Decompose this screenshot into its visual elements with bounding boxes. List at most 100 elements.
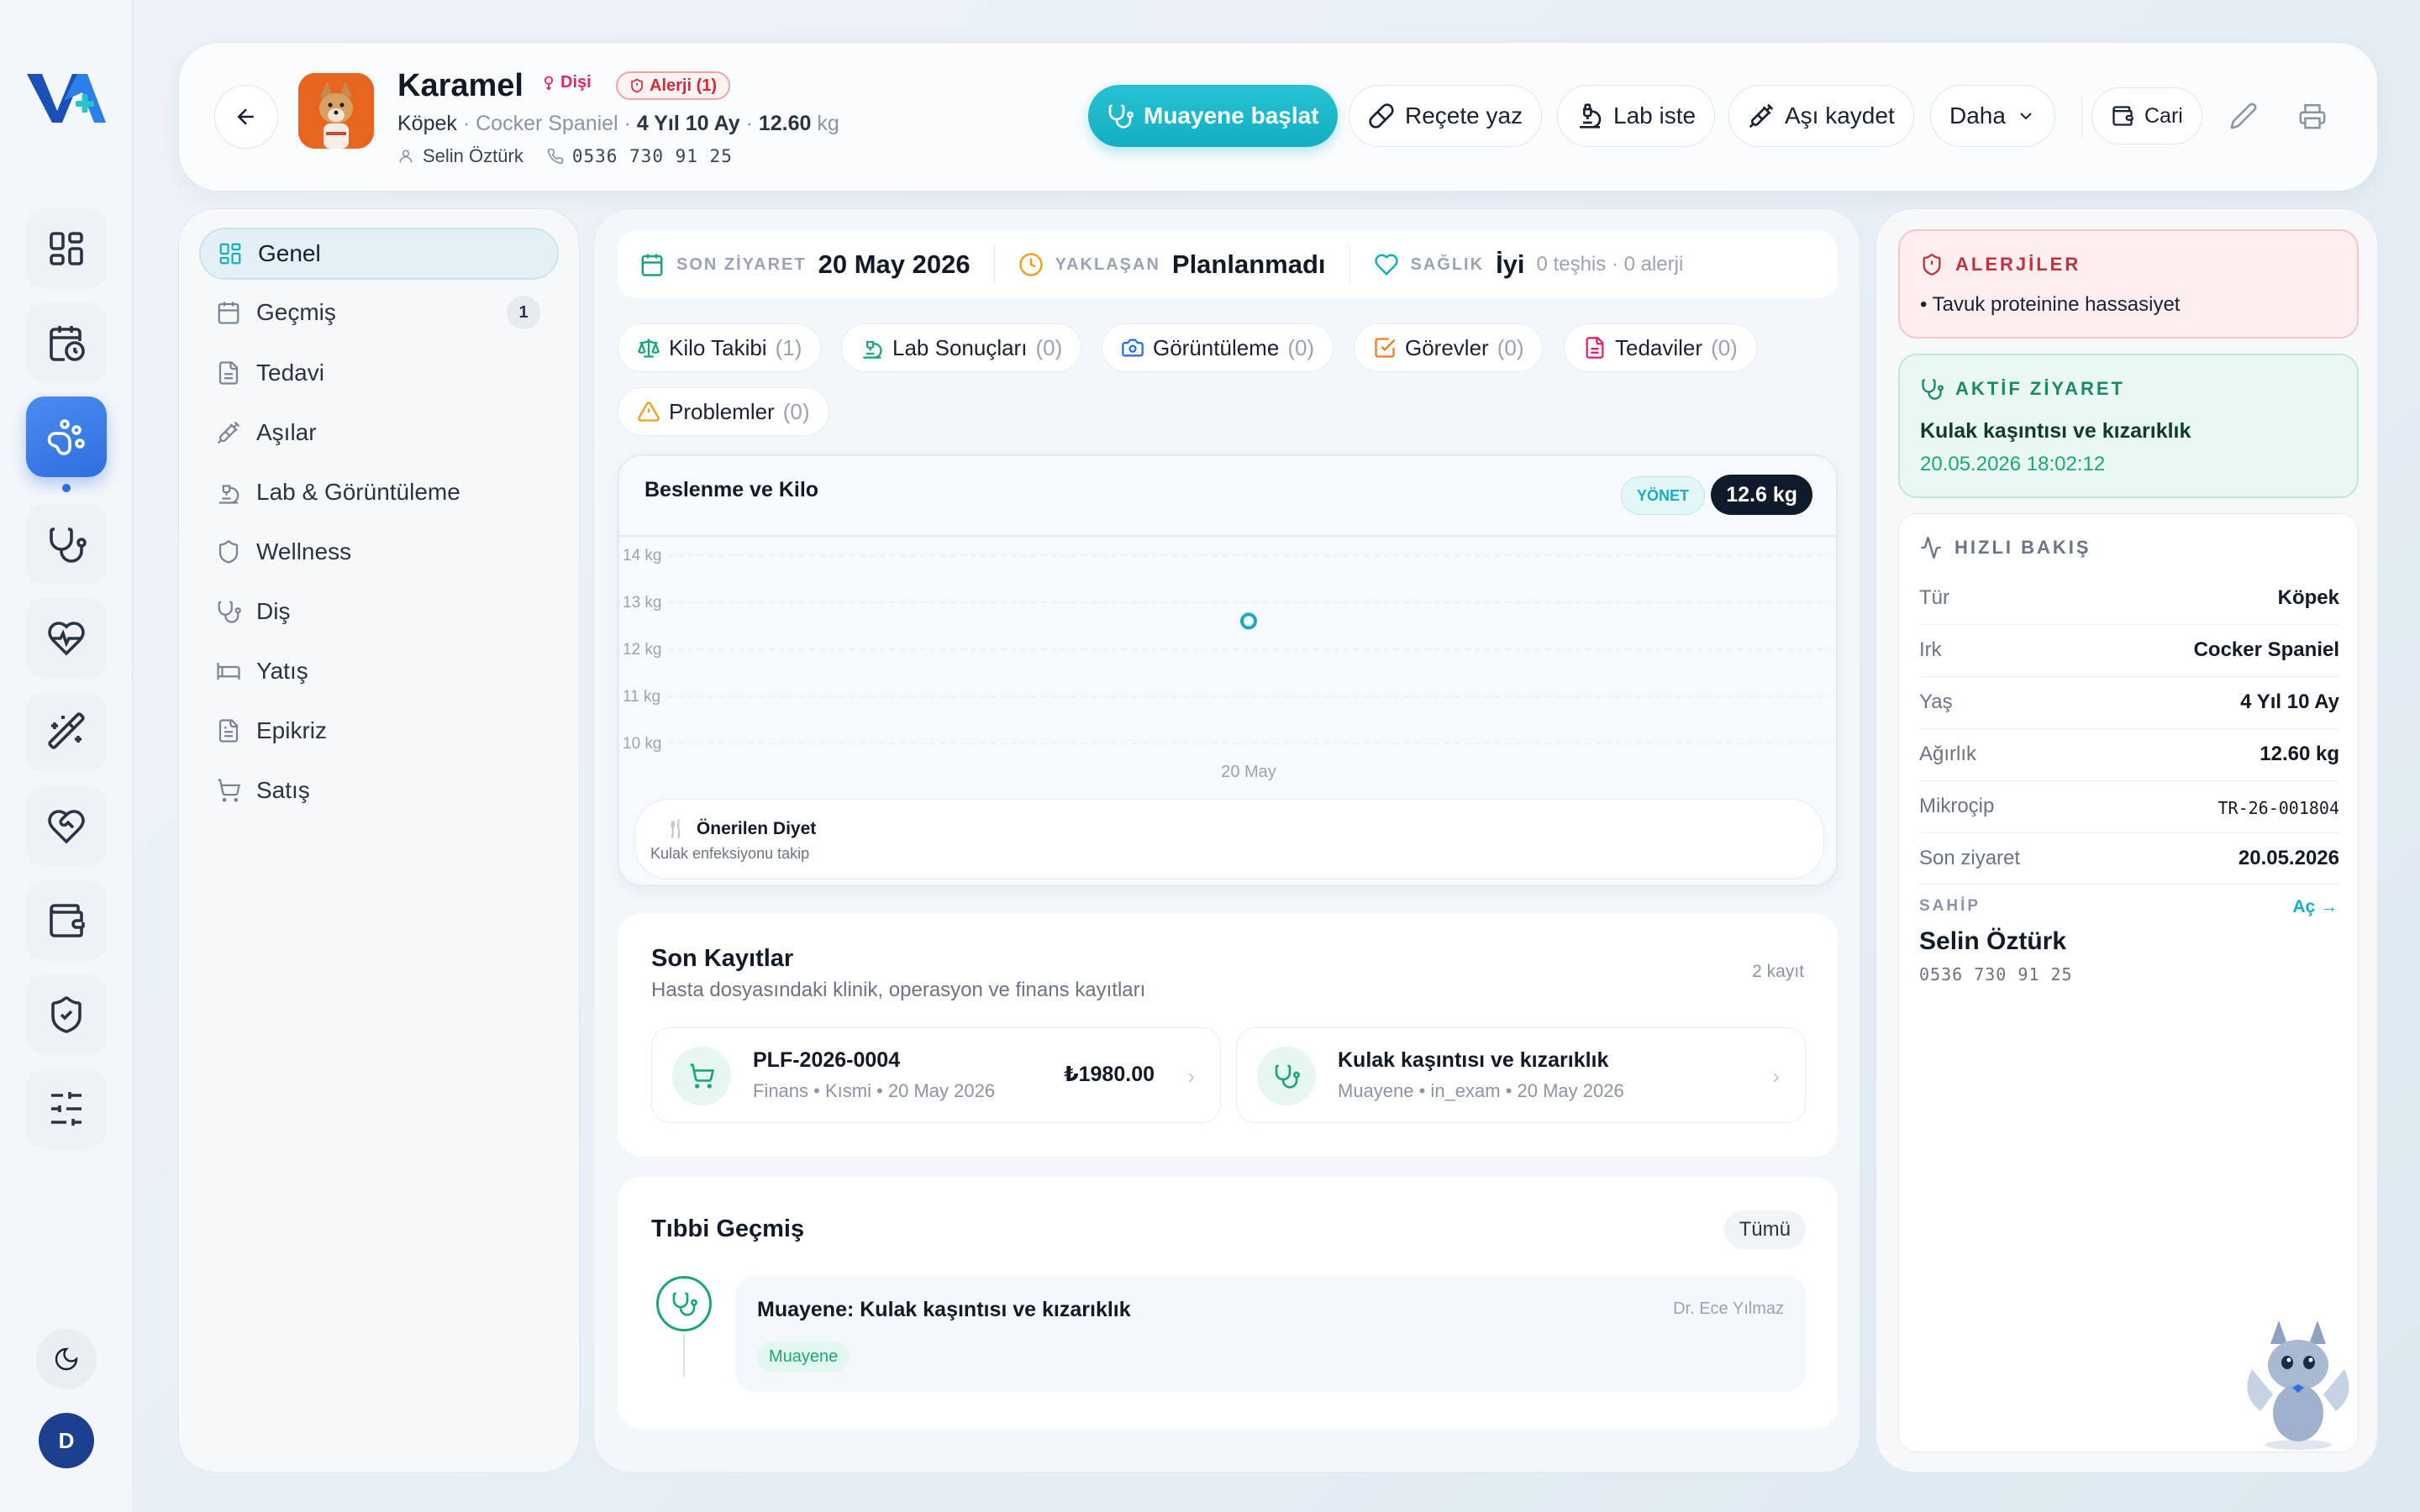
chip-weight-tracking[interactable]: Kilo Takibi (1) bbox=[618, 323, 822, 372]
history-title: Tıbbi Geçmiş bbox=[651, 1215, 805, 1242]
weight: 12.60 bbox=[758, 112, 812, 135]
nav-label: Epikriz bbox=[256, 717, 328, 743]
current-weight-pill: 12.6 kg bbox=[1711, 475, 1812, 515]
nav-item-lab[interactable]: Lab & Görüntüleme bbox=[199, 466, 559, 518]
chip-treatments[interactable]: Tedaviler (0) bbox=[1564, 323, 1757, 372]
cart-icon bbox=[218, 779, 241, 802]
allergy-item: • Tavuk proteinine hassasiyet bbox=[1920, 293, 2181, 316]
microscope-icon bbox=[1580, 103, 1602, 129]
active-visit-reason: Kulak kaşıntısı ve kızarıklık bbox=[1920, 419, 2191, 443]
vaccine-button[interactable]: Aşı kaydet bbox=[1728, 85, 1914, 147]
stethoscope-icon bbox=[1922, 379, 1944, 400]
active-visit-title: AKTİF ZİYARET bbox=[1955, 378, 2125, 399]
app-logo[interactable] bbox=[24, 67, 109, 126]
syringe-icon bbox=[217, 421, 240, 444]
calendar-icon bbox=[218, 302, 239, 324]
owner-open-link[interactable]: Aç → bbox=[2292, 897, 2338, 917]
chart-y-tick: 11 kg bbox=[623, 688, 660, 706]
pet-name: Karamel bbox=[397, 68, 523, 103]
nav-item-dis[interactable]: Diş bbox=[199, 585, 559, 638]
nav-label: Geçmiş bbox=[256, 299, 336, 325]
recent-records-card: Son Kayıtlar Hasta dosyasındaki klinik, … bbox=[618, 913, 1838, 1157]
summary-bar: SON ZİYARET 20 May 2026 YAKLAŞAN Planlan… bbox=[618, 231, 1838, 298]
wand-icon[interactable] bbox=[26, 692, 107, 773]
health-sub: 0 teşhis · 0 alerji bbox=[1536, 253, 1684, 276]
age: 4 Yıl 10 Ay bbox=[636, 112, 740, 135]
dashboard-icon bbox=[219, 243, 241, 265]
lab-request-button[interactable]: Lab iste bbox=[1557, 85, 1716, 147]
female-icon bbox=[544, 76, 554, 90]
chip-tasks[interactable]: Görevler (0) bbox=[1354, 323, 1544, 372]
shield-check-icon[interactable] bbox=[26, 974, 107, 1055]
nav-label: Satış bbox=[256, 777, 310, 803]
account-label: Cari bbox=[2144, 103, 2183, 128]
stethoscope-icon bbox=[1108, 104, 1134, 129]
nav-item-wellness[interactable]: Wellness bbox=[199, 526, 559, 578]
wallet-icon[interactable] bbox=[26, 880, 107, 961]
chip-imaging[interactable]: Görüntüleme (0) bbox=[1102, 323, 1334, 372]
patient-header: Karamel Dişi Alerji (1) Köpek · Cocker S… bbox=[178, 42, 2378, 192]
nav-item-gecmis[interactable]: Geçmiş 1 bbox=[199, 286, 559, 339]
view-all-button[interactable]: Tümü bbox=[1723, 1210, 1806, 1249]
owner-name[interactable]: Selin Öztürk bbox=[423, 145, 523, 167]
manage-button[interactable]: YÖNET bbox=[1620, 476, 1705, 515]
quick-row-species: Tür Köpek bbox=[1919, 573, 2339, 625]
more-dropdown[interactable]: Daha bbox=[1930, 85, 2055, 147]
chip-label: Görüntüleme bbox=[1153, 334, 1280, 360]
recommended-diet[interactable]: 🍴 Önerilen Diyet Kulak enfeksiyonu takip bbox=[634, 799, 1824, 879]
heart-hand-icon[interactable] bbox=[26, 786, 107, 867]
nav-item-yatis[interactable]: Yatış bbox=[199, 645, 559, 697]
account-button[interactable]: Cari bbox=[2091, 87, 2202, 144]
record-item[interactable]: Kulak kaşıntısı ve kızarıklık Muayene • … bbox=[1236, 1027, 1806, 1123]
heart-icon bbox=[1374, 254, 1398, 276]
nav-item-genel[interactable]: Genel bbox=[199, 228, 559, 280]
chip-count: (0) bbox=[1711, 334, 1738, 360]
start-exam-label: Muayene başlat bbox=[1144, 102, 1319, 129]
sliders-icon[interactable] bbox=[26, 1068, 107, 1149]
history-doctor: Dr. Ece Yılmaz bbox=[1673, 1299, 1784, 1318]
chart-y-tick: 10 kg bbox=[623, 735, 661, 753]
print-icon[interactable] bbox=[2291, 95, 2333, 137]
wallet-icon bbox=[2112, 106, 2133, 126]
back-button[interactable] bbox=[214, 85, 278, 149]
allergies-title-row: ALERJİLER bbox=[1920, 253, 2081, 276]
history-entry[interactable]: Muayene: Kulak kaşıntısı ve kızarıklık D… bbox=[735, 1276, 1806, 1392]
active-visit-card[interactable]: AKTİF ZİYARET Kulak kaşıntısı ve kızarık… bbox=[1898, 354, 2359, 498]
stethoscope-icon[interactable] bbox=[26, 504, 107, 585]
nav-label: Yatış bbox=[256, 658, 308, 684]
owner-phone[interactable]: 0536 730 91 25 bbox=[572, 146, 733, 166]
document-icon bbox=[218, 719, 239, 743]
cart-icon bbox=[672, 1047, 731, 1105]
user-avatar[interactable]: D bbox=[39, 1413, 94, 1468]
vaccine-label: Aşı kaydet bbox=[1785, 102, 1895, 129]
calendar-clock-icon[interactable] bbox=[26, 302, 107, 383]
start-exam-button[interactable]: Muayene başlat bbox=[1088, 85, 1338, 147]
heart-pulse-icon[interactable] bbox=[26, 598, 107, 679]
quick-look-title: HIZLI BAKIŞ bbox=[1954, 537, 2091, 558]
prescription-button[interactable]: Reçete yaz bbox=[1349, 85, 1543, 147]
paw-icon[interactable] bbox=[26, 396, 107, 477]
edit-icon[interactable] bbox=[2223, 95, 2265, 137]
shield-icon bbox=[218, 540, 239, 564]
quick-look-title-row: HIZLI BAKIŞ bbox=[1919, 536, 2091, 559]
allergy-badge[interactable]: Alerji (1) bbox=[616, 71, 731, 100]
quick-row-weight: Ağırlık 12.60 kg bbox=[1919, 729, 2339, 781]
theme-toggle-moon-icon[interactable] bbox=[36, 1329, 97, 1389]
chip-problems[interactable]: Problemler (0) bbox=[618, 387, 829, 436]
nav-item-epikriz[interactable]: Epikriz bbox=[199, 705, 559, 757]
chart-point[interactable] bbox=[1240, 612, 1257, 630]
microscope-icon bbox=[218, 485, 239, 504]
recent-count: 2 kayıt bbox=[1752, 962, 1804, 981]
nav-item-tedavi[interactable]: Tedavi bbox=[199, 347, 559, 399]
quick-value: 4 Yıl 10 Ay bbox=[2240, 690, 2339, 713]
nav-item-asilar[interactable]: Aşılar bbox=[199, 407, 559, 459]
record-item[interactable]: PLF-2026-0004 Finans • Kısmi • 20 May 20… bbox=[651, 1027, 1221, 1123]
nav-item-satis[interactable]: Satış bbox=[199, 764, 559, 816]
quick-key: Irk bbox=[1919, 638, 1942, 661]
dashboard-icon[interactable] bbox=[26, 208, 107, 289]
quick-look-card: HIZLI BAKIŞ Tür Köpek Irk Cocker Spaniel… bbox=[1898, 513, 2359, 1452]
chip-lab-results[interactable]: Lab Sonuçları (0) bbox=[841, 323, 1082, 372]
chip-label: Görevler bbox=[1405, 334, 1489, 360]
assistant-mascot[interactable] bbox=[2235, 1319, 2361, 1453]
nav-count-badge: 1 bbox=[507, 296, 540, 329]
